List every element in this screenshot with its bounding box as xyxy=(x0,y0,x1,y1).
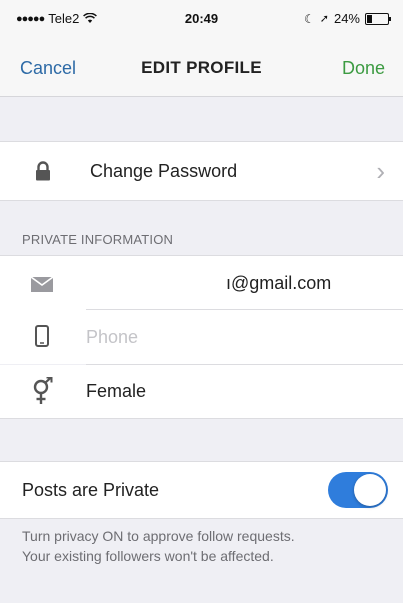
gender-icon xyxy=(33,377,53,404)
moon-icon: ☾ xyxy=(303,11,315,26)
mail-icon xyxy=(31,277,53,292)
gender-field[interactable]: Female xyxy=(86,381,146,402)
done-button[interactable]: Done xyxy=(342,58,385,79)
email-row[interactable]: ı@gmail.com xyxy=(0,255,403,310)
email-field[interactable]: ı@gmail.com xyxy=(226,273,331,294)
phone-field[interactable]: Phone xyxy=(86,327,138,348)
location-arrow-icon: ➚ xyxy=(319,13,329,25)
battery-fill xyxy=(367,14,372,23)
change-password-label: Change Password xyxy=(90,161,238,181)
battery-percent: 24% xyxy=(333,11,360,26)
posts-private-row: Posts are Private xyxy=(0,461,403,519)
section-header-private-information: PRIVATE INFORMATION xyxy=(22,232,174,247)
battery-area: ☾ ➚ 24% xyxy=(303,11,391,26)
navigation-bar: Cancel EDIT PROFILE Done xyxy=(0,38,403,97)
privacy-note: Turn privacy ON to approve follow reques… xyxy=(22,526,392,566)
lock-icon xyxy=(36,161,50,181)
toggle-knob xyxy=(354,474,386,506)
gender-row[interactable]: Female xyxy=(0,365,403,419)
chevron-right-icon: › xyxy=(376,156,385,186)
phone-icon xyxy=(35,325,49,347)
status-bar: ●●●●● Tele2 20:49 ☾ ➚ 24% xyxy=(0,0,403,38)
change-password-row[interactable]: Change Password › xyxy=(0,141,403,201)
posts-private-label: Posts are Private xyxy=(22,480,160,500)
posts-private-toggle[interactable] xyxy=(328,472,388,508)
privacy-note-line-1: Turn privacy ON to approve follow reques… xyxy=(22,528,295,544)
privacy-note-line-2: Your existing followers won't be affecte… xyxy=(22,548,274,564)
battery-icon xyxy=(365,12,391,25)
phone-row[interactable]: Phone xyxy=(0,310,403,364)
